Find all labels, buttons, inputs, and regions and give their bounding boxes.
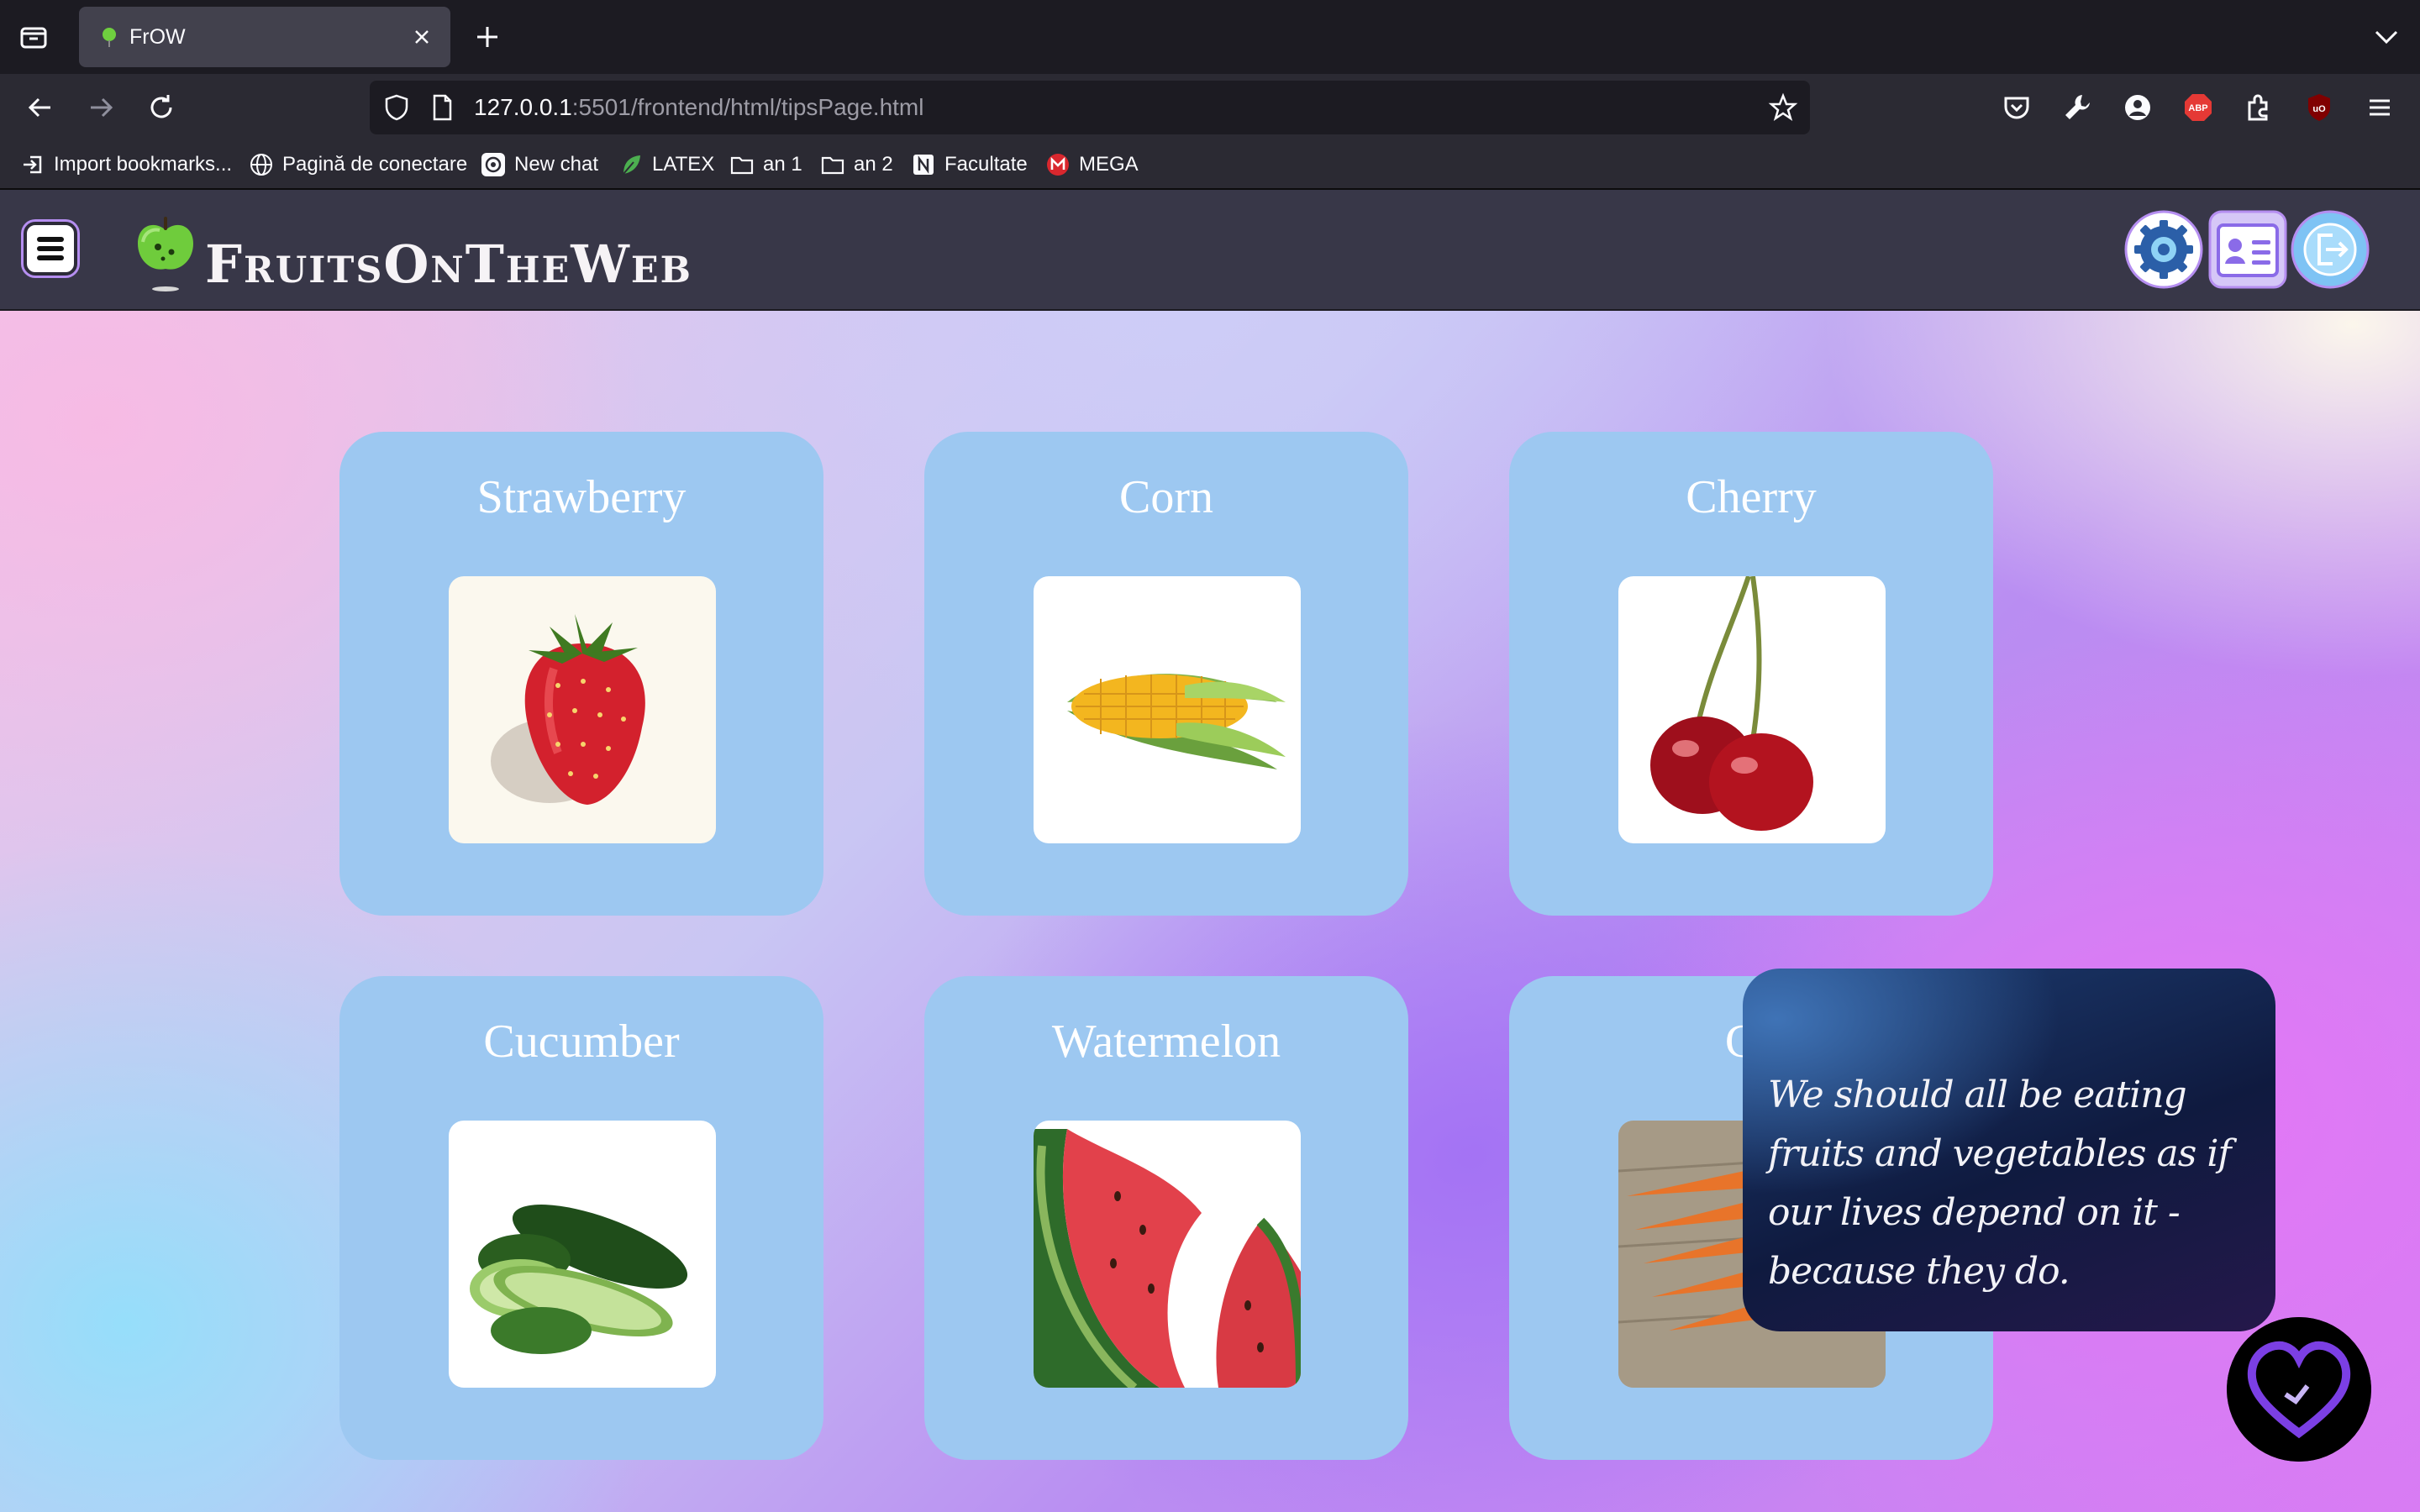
bookmark-folder-an2[interactable]: an 2	[820, 141, 893, 188]
bookmarks-toolbar: Import bookmarks... Pagină de conectare …	[0, 141, 2420, 190]
cherry-image	[1618, 576, 1886, 843]
card-title: Cherry	[1686, 471, 1817, 523]
bookmark-folder-an1[interactable]: an 1	[729, 141, 802, 188]
svg-text:uO: uO	[2312, 104, 2326, 114]
tips-page: FruitsOnTheWeb Strawberry Corn Cherry Cu…	[0, 190, 2420, 1512]
notion-icon	[913, 155, 934, 175]
fruit-favicon-icon	[103, 28, 116, 47]
logout-icon[interactable]	[2291, 210, 2370, 289]
bookmark-latex[interactable]: LATEX	[618, 141, 714, 188]
corn-image	[1034, 576, 1301, 843]
close-tab-icon[interactable]	[410, 25, 434, 49]
url-host: 127.0.0.1	[474, 94, 572, 120]
bookmark-label: Facultate	[944, 153, 1028, 176]
browser-tab[interactable]: FrOW	[79, 7, 450, 67]
profile-card-icon[interactable]	[2208, 210, 2287, 289]
bookmark-facultate[interactable]: Facultate	[911, 141, 1028, 188]
folder-icon	[821, 156, 844, 175]
tip-card-watermelon[interactable]: Watermelon	[924, 976, 1408, 1460]
star-icon[interactable]	[1768, 92, 1798, 123]
site-header: FruitsOnTheWeb	[0, 190, 2420, 311]
hamburger-menu-icon[interactable]	[2363, 91, 2396, 124]
bookmark-mega[interactable]: MEGA	[1045, 141, 1139, 188]
strawberry-image	[449, 576, 716, 843]
account-icon[interactable]	[2121, 91, 2154, 124]
bookmark-login-page[interactable]: Pagină de conectare	[249, 141, 467, 188]
tip-card-cherry[interactable]: Cherry	[1509, 432, 1993, 916]
menu-button[interactable]	[24, 222, 77, 276]
address-bar[interactable]: 127.0.0.1:5501/frontend/html/tipsPage.ht…	[370, 81, 1810, 134]
wrench-icon[interactable]	[2060, 91, 2094, 124]
bookmark-label: Pagină de conectare	[282, 153, 468, 176]
mega-icon	[1047, 154, 1069, 176]
heart-icon[interactable]	[2227, 1317, 2371, 1462]
forward-arrow-icon[interactable]	[82, 89, 119, 126]
tip-card-cucumber[interactable]: Cucumber	[339, 976, 823, 1460]
chevron-down-icon[interactable]	[2371, 24, 2402, 50]
extensions-icon[interactable]	[2242, 91, 2275, 124]
svg-text:ABP: ABP	[2188, 103, 2207, 113]
reload-icon[interactable]	[143, 89, 180, 126]
leaf-icon	[623, 155, 640, 175]
browser-tab-bar: FrOW	[0, 0, 2420, 74]
cucumber-image	[449, 1121, 716, 1388]
tip-card-corn[interactable]: Corn	[924, 432, 1408, 916]
bookmark-label: LATEX	[652, 153, 715, 176]
back-arrow-icon[interactable]	[22, 89, 59, 126]
bookmark-label: an 1	[763, 153, 802, 176]
folder-icon	[730, 156, 754, 175]
card-title: Cucumber	[483, 1016, 680, 1068]
tab-title: FrOW	[129, 25, 186, 49]
card-title: Watermelon	[1051, 1016, 1281, 1068]
bookmark-new-chat[interactable]: New chat	[481, 141, 598, 188]
quote-text: We should all be eating fruits and veget…	[1768, 1074, 2232, 1293]
tab-list-icon[interactable]	[18, 22, 49, 52]
pocket-icon[interactable]	[2000, 91, 2033, 124]
apple-logo-icon	[138, 217, 193, 291]
card-title: Corn	[1119, 471, 1213, 523]
quote-popup: We should all be eating fruits and veget…	[1743, 969, 2275, 1331]
url-path: :5501/frontend/html/tipsPage.html	[571, 94, 924, 120]
bookmark-label: an 2	[854, 153, 893, 176]
url-text[interactable]: 127.0.0.1:5501/frontend/html/tipsPage.ht…	[474, 81, 923, 134]
settings-icon[interactable]	[2124, 210, 2203, 289]
bookmark-label: New chat	[514, 153, 599, 176]
card-title: Strawberry	[476, 471, 687, 523]
browser-nav-bar: 127.0.0.1:5501/frontend/html/tipsPage.ht…	[0, 74, 2420, 141]
adblock-plus-icon[interactable]: ABP	[2181, 91, 2215, 124]
watermelon-image	[1034, 1121, 1301, 1388]
import-icon	[24, 155, 42, 174]
shield-icon[interactable]	[381, 92, 412, 123]
new-tab-icon[interactable]	[471, 20, 504, 54]
globe-icon	[250, 154, 272, 176]
bookmark-import[interactable]: Import bookmarks...	[20, 141, 232, 188]
page-info-icon[interactable]	[427, 92, 457, 123]
brand-name[interactable]: FruitsOnTheWeb	[205, 239, 692, 291]
bookmark-label: Import bookmarks...	[54, 153, 233, 176]
openai-icon	[481, 153, 505, 176]
tip-card-strawberry[interactable]: Strawberry	[339, 432, 823, 916]
bookmark-label: MEGA	[1079, 153, 1139, 176]
ublock-origin-icon[interactable]: uO	[2302, 91, 2336, 124]
